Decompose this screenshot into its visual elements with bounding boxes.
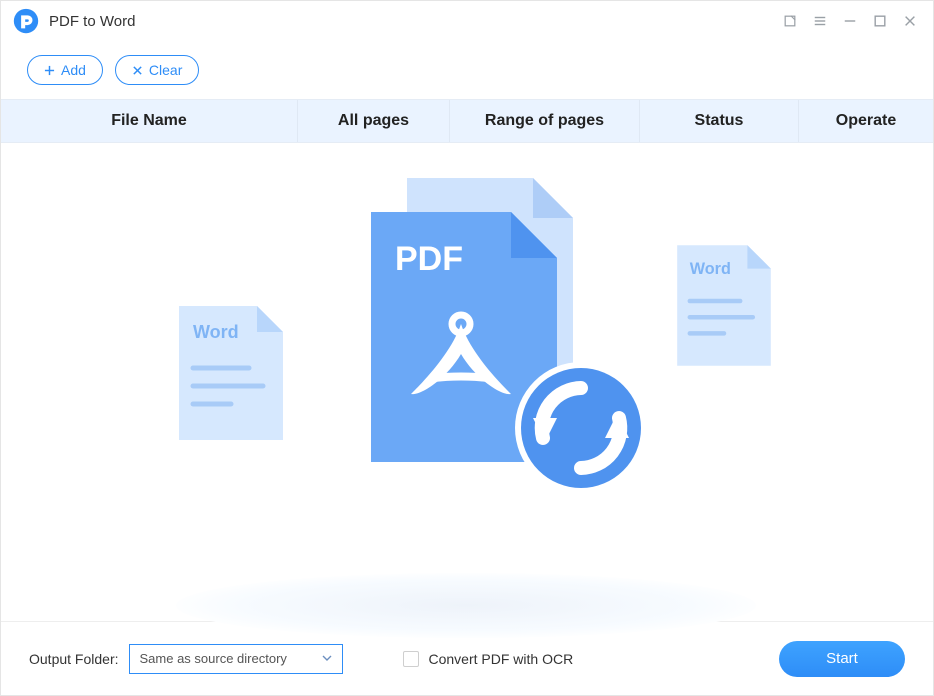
word-doc-left-icon: Word [171, 298, 291, 448]
maximize-icon[interactable] [869, 10, 891, 32]
titlebar: PDF to Word [1, 1, 933, 41]
app-title: PDF to Word [49, 13, 135, 30]
edit-icon[interactable] [779, 10, 801, 32]
menu-icon[interactable] [809, 10, 831, 32]
col-header-operate: Operate [799, 100, 933, 142]
ocr-label: Convert PDF with OCR [429, 651, 574, 667]
output-folder-value: Same as source directory [140, 651, 287, 666]
output-folder-label: Output Folder: [29, 651, 119, 667]
minimize-icon[interactable] [839, 10, 861, 32]
chevron-down-icon [322, 651, 332, 666]
start-button-label: Start [826, 650, 858, 667]
ocr-checkbox[interactable]: Convert PDF with OCR [403, 651, 574, 667]
col-header-all-pages: All pages [298, 100, 450, 142]
svg-text:Word: Word [690, 260, 731, 278]
table-header: File Name All pages Range of pages Statu… [1, 99, 933, 143]
col-header-status: Status [640, 100, 799, 142]
clear-button[interactable]: Clear [115, 55, 199, 85]
add-button[interactable]: Add [27, 55, 103, 85]
plus-icon [44, 65, 55, 76]
sync-icon [511, 358, 651, 498]
empty-state[interactable]: Word Word PDF [1, 143, 933, 621]
clear-button-label: Clear [149, 62, 182, 78]
word-doc-right-icon: Word [670, 238, 778, 373]
col-header-file-name: File Name [1, 100, 298, 142]
app-logo-icon [13, 8, 39, 34]
start-button[interactable]: Start [779, 641, 905, 677]
toolbar: Add Clear [1, 41, 933, 99]
output-folder-select[interactable]: Same as source directory [129, 644, 343, 674]
col-header-range-of-pages: Range of pages [450, 100, 640, 142]
x-icon [132, 65, 143, 76]
checkbox-icon [403, 651, 419, 667]
close-icon[interactable] [899, 10, 921, 32]
svg-text:Word: Word [193, 322, 239, 342]
add-button-label: Add [61, 62, 86, 78]
svg-text:PDF: PDF [395, 240, 463, 278]
shadow-ellipse [176, 573, 756, 638]
